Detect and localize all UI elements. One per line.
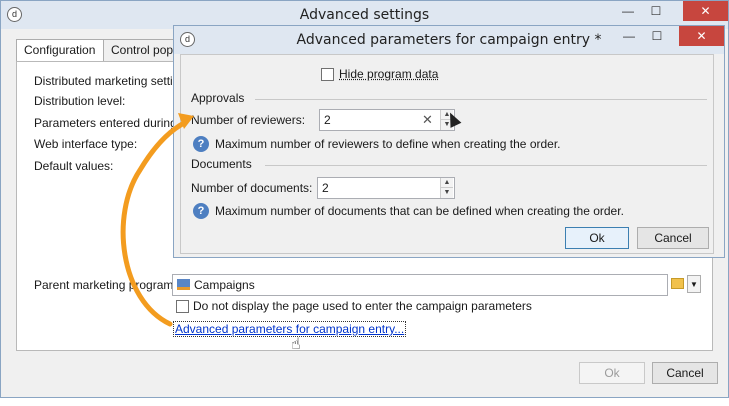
maximize-button[interactable]: ☐ bbox=[643, 1, 669, 21]
hide-program-label: Hide program data bbox=[339, 67, 439, 81]
reviewers-input[interactable]: 2 ✕ ▲ ▼ bbox=[319, 109, 455, 131]
tab-configuration[interactable]: Configuration bbox=[16, 39, 104, 62]
default-values-label: Default values: bbox=[34, 159, 114, 173]
inner-minimize-button[interactable]: — bbox=[616, 26, 642, 46]
reviewers-value: 2 bbox=[324, 113, 331, 127]
advanced-parameters-link[interactable]: Advanced parameters for campaign entry..… bbox=[173, 321, 407, 337]
outer-cancel-button[interactable]: Cancel bbox=[652, 362, 718, 384]
parent-program-value: Campaigns bbox=[194, 278, 255, 292]
outer-ok-button[interactable]: Ok bbox=[579, 362, 645, 384]
approvals-section-title: Approvals bbox=[191, 91, 245, 105]
parameters-entered-label: Parameters entered during th bbox=[34, 116, 191, 130]
documents-divider bbox=[265, 165, 707, 166]
inner-close-button[interactable]: ✕ bbox=[679, 26, 724, 46]
parent-program-label: Parent marketing program: bbox=[34, 278, 177, 292]
reviewers-help-text: Maximum number of reviewers to define wh… bbox=[215, 137, 561, 151]
inner-maximize-button[interactable]: ☐ bbox=[644, 26, 670, 46]
documents-label: Number of documents: bbox=[191, 181, 313, 195]
approvals-divider bbox=[255, 99, 707, 100]
group-title: Distributed marketing setting bbox=[34, 74, 187, 88]
documents-help-icon: ? bbox=[193, 203, 209, 219]
distribution-level-label: Distribution level: bbox=[34, 94, 126, 108]
dropdown-button[interactable]: ▼ bbox=[687, 275, 701, 293]
documents-section-title: Documents bbox=[191, 157, 252, 171]
documents-value: 2 bbox=[322, 181, 329, 195]
inner-ok-button[interactable]: Ok bbox=[565, 227, 629, 249]
documents-spin-up-icon[interactable]: ▲ bbox=[441, 178, 453, 188]
documents-help-text: Maximum number of documents that can be … bbox=[215, 204, 624, 218]
clear-icon[interactable]: ✕ bbox=[422, 112, 433, 128]
do-not-display-checkbox[interactable] bbox=[176, 300, 189, 313]
inner-titlebar[interactable]: d Advanced parameters for campaign entry… bbox=[174, 26, 724, 54]
reviewers-help-icon: ? bbox=[193, 136, 209, 152]
documents-spinner[interactable]: ▲ ▼ bbox=[440, 178, 453, 198]
documents-input[interactable]: 2 ▲ ▼ bbox=[317, 177, 455, 199]
parent-program-field[interactable]: Campaigns bbox=[172, 274, 668, 296]
tab-control-population[interactable]: Control popu bbox=[103, 39, 183, 61]
campaigns-icon bbox=[177, 279, 190, 290]
documents-spin-down-icon[interactable]: ▼ bbox=[441, 188, 453, 198]
close-button[interactable]: ✕ bbox=[683, 1, 728, 21]
inner-cancel-button[interactable]: Cancel bbox=[637, 227, 709, 249]
advanced-parameters-window: d Advanced parameters for campaign entry… bbox=[173, 25, 725, 258]
inner-panel: Hide program data Approvals Number of re… bbox=[180, 54, 714, 254]
folder-icon[interactable] bbox=[671, 278, 684, 289]
web-interface-type-label: Web interface type: bbox=[34, 137, 138, 151]
hand-cursor-icon: ☝ bbox=[291, 336, 301, 353]
reviewers-label: Number of reviewers: bbox=[191, 113, 306, 127]
hide-program-checkbox[interactable] bbox=[321, 68, 334, 81]
minimize-button[interactable]: — bbox=[615, 1, 641, 21]
do-not-display-label: Do not display the page used to enter th… bbox=[193, 299, 532, 313]
